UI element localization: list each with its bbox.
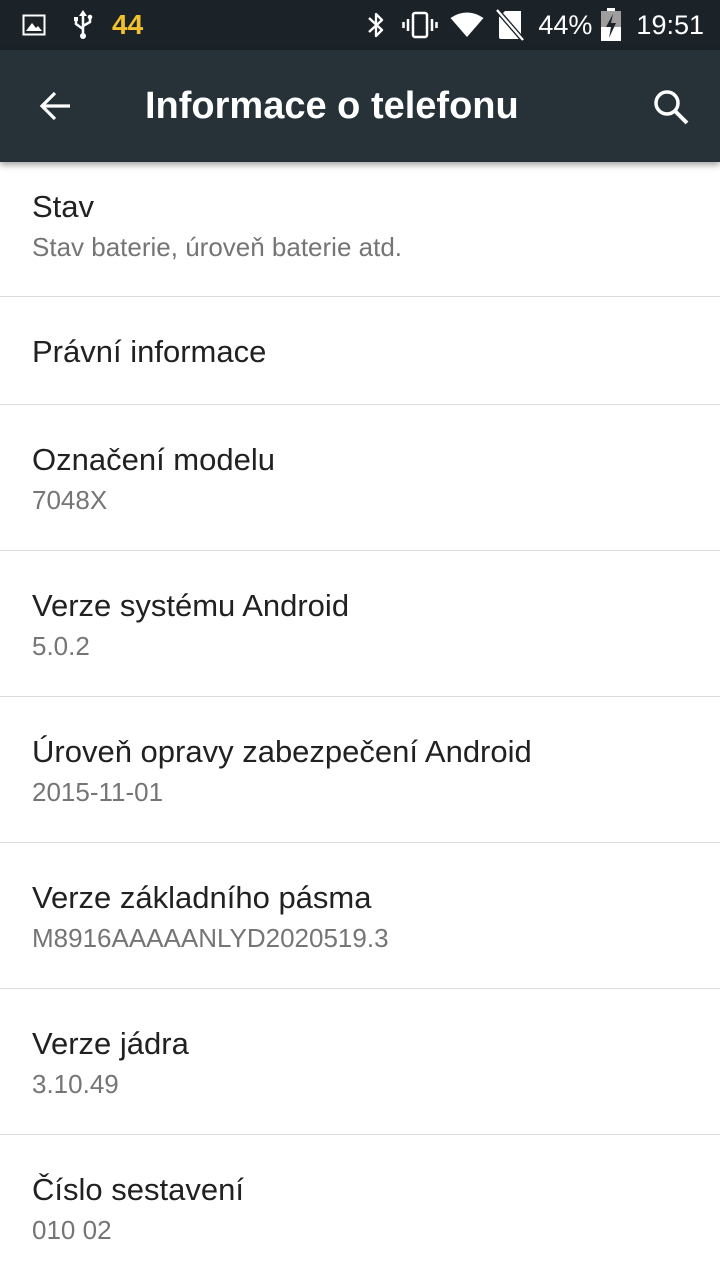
- list-item-build-number[interactable]: Číslo sestavení 010 02: [0, 1135, 720, 1281]
- list-item-subtitle: 3.10.49: [32, 1069, 119, 1099]
- list-item-subtitle: 010 02: [32, 1215, 112, 1245]
- list-item-model[interactable]: Označení modelu 7048X: [0, 405, 720, 551]
- wifi-icon: [450, 12, 484, 38]
- image-icon: [22, 14, 46, 36]
- list-item-title: Verze jádra: [32, 1026, 189, 1061]
- list-item-title: Číslo sestavení: [32, 1172, 244, 1207]
- page-title: Informace o telefonu: [145, 85, 519, 127]
- list-item-subtitle: 2015-11-01: [32, 777, 164, 807]
- status-bar: 44 44% 19:51: [0, 0, 720, 50]
- list-item-security-patch[interactable]: Úroveň opravy zabezpečení Android 2015-1…: [0, 697, 720, 843]
- list-item-subtitle: Stav baterie, úroveň baterie atd.: [32, 232, 403, 262]
- list-item-subtitle: M8916AAAAANLYD2020519.3: [32, 923, 389, 953]
- battery-charging-icon: [600, 8, 622, 42]
- bluetooth-icon: [366, 10, 386, 40]
- list-item-legal-info[interactable]: Právní informace: [0, 297, 720, 405]
- list-item-title: Označení modelu: [32, 442, 275, 477]
- list-item-subtitle: 5.0.2: [32, 631, 90, 661]
- app-bar: Informace o telefonu: [0, 50, 720, 162]
- status-time: 19:51: [636, 9, 704, 40]
- list-item-title: Verze systému Android: [32, 588, 350, 623]
- list-item-title: Právní informace: [32, 334, 267, 369]
- list-item-status[interactable]: Stav Stav baterie, úroveň baterie atd.: [0, 162, 720, 297]
- list-item-android-version[interactable]: Verze systému Android 5.0.2: [0, 551, 720, 697]
- list-item-title: Verze základního pásma: [32, 880, 372, 915]
- arrow-back-icon[interactable]: [34, 84, 78, 128]
- battery-percent: 44%: [538, 9, 593, 40]
- status-bar-left: 44: [22, 0, 143, 50]
- list-item-title: Stav: [32, 189, 95, 224]
- status-bar-right: 44% 19:51: [366, 0, 704, 50]
- search-icon[interactable]: [648, 84, 694, 130]
- list-item-baseband[interactable]: Verze základního pásma M8916AAAAANLYD202…: [0, 843, 720, 989]
- list-item-subtitle: 7048X: [32, 485, 108, 515]
- usb-icon: [72, 10, 94, 40]
- list-item-kernel[interactable]: Verze jádra 3.10.49: [0, 989, 720, 1135]
- notification-count: 44: [112, 9, 144, 40]
- list-item-title: Úroveň opravy zabezpečení Android: [32, 734, 532, 769]
- no-sim-icon: [496, 9, 525, 41]
- vibrate-icon: [402, 10, 439, 40]
